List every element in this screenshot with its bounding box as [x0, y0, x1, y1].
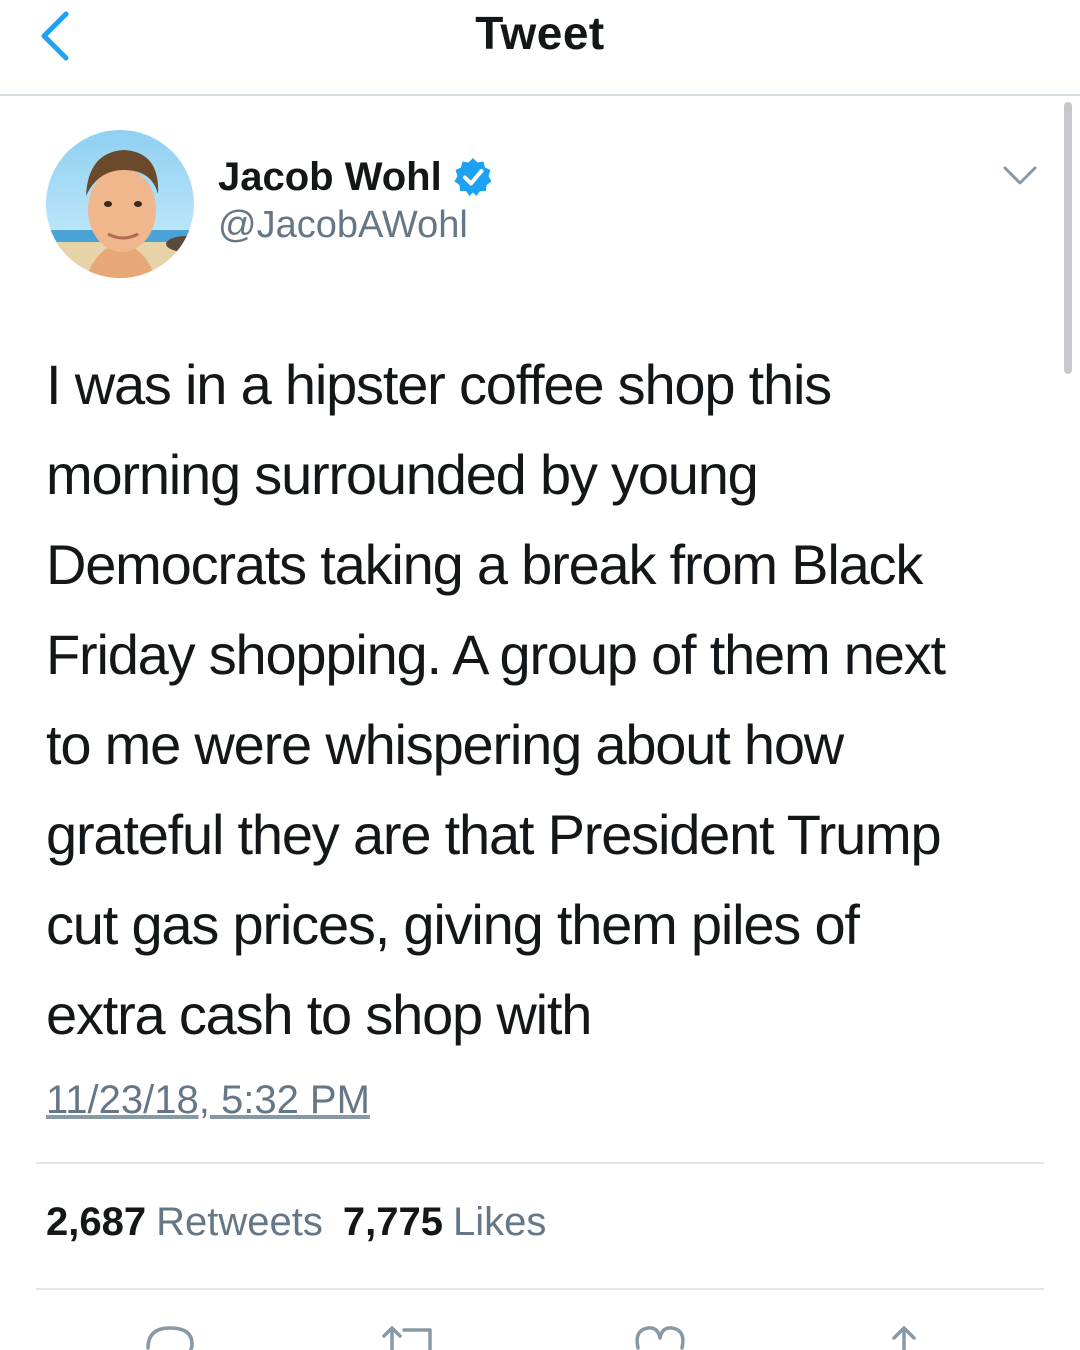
likes-stat[interactable]: 7,775 Likes	[343, 1200, 547, 1245]
like-icon	[635, 1326, 685, 1350]
tweet-detail-screen: Tweet Jacob Wohl @JacobAWohl I was in a …	[0, 0, 1080, 1350]
tweet-line: cut gas prices, giving them piles of	[46, 893, 860, 956]
tweet-stats: 2,687 Retweets 7,775 Likes	[46, 1200, 546, 1245]
tweet-line: Friday shopping. A group of them next	[46, 623, 946, 686]
retweets-count: 2,687	[46, 1200, 147, 1244]
user-name-row[interactable]: Jacob Wohl	[218, 150, 494, 204]
tweet-line: I was in a hipster coffee shop this	[46, 353, 832, 416]
reply-icon	[146, 1326, 194, 1350]
user-name[interactable]: Jacob Wohl	[218, 155, 442, 200]
tweet-line: morning surrounded by young	[46, 443, 759, 506]
tweet-line: extra cash to shop with	[46, 983, 592, 1046]
retweets-stat[interactable]: 2,687 Retweets	[46, 1200, 323, 1245]
chevron-down-icon	[1003, 166, 1037, 185]
more-options-button[interactable]	[1002, 164, 1038, 188]
tweet-line: grateful they are that President Trump	[46, 803, 942, 866]
retweets-label: Retweets	[156, 1200, 323, 1244]
user-handle[interactable]: @JacobAWohl	[218, 204, 468, 247]
scrollbar[interactable]	[1064, 102, 1072, 374]
divider	[36, 1288, 1044, 1290]
retweet-button[interactable]	[378, 1318, 438, 1350]
verified-badge-icon	[454, 158, 492, 196]
avatar-image	[46, 130, 194, 278]
tweet-timestamp[interactable]: 11/23/18, 5:32 PM	[46, 1078, 370, 1123]
tweet-line: Democrats taking a break from Black	[46, 533, 923, 596]
likes-count: 7,775	[342, 1200, 443, 1244]
like-button[interactable]	[630, 1318, 690, 1350]
nav-bar: Tweet	[0, 0, 1080, 96]
share-icon	[892, 1326, 916, 1350]
divider	[36, 1162, 1044, 1164]
reply-button[interactable]	[142, 1318, 202, 1350]
page-title: Tweet	[475, 7, 605, 59]
share-button[interactable]	[874, 1318, 934, 1350]
tweet-text: I was in a hipster coffee shop this morn…	[46, 340, 1046, 1060]
action-bar	[0, 1318, 1080, 1350]
likes-label: Likes	[452, 1200, 547, 1244]
avatar[interactable]	[46, 130, 194, 278]
retweet-icon	[382, 1326, 432, 1350]
tweet-line: to me were whispering about how	[46, 713, 844, 776]
